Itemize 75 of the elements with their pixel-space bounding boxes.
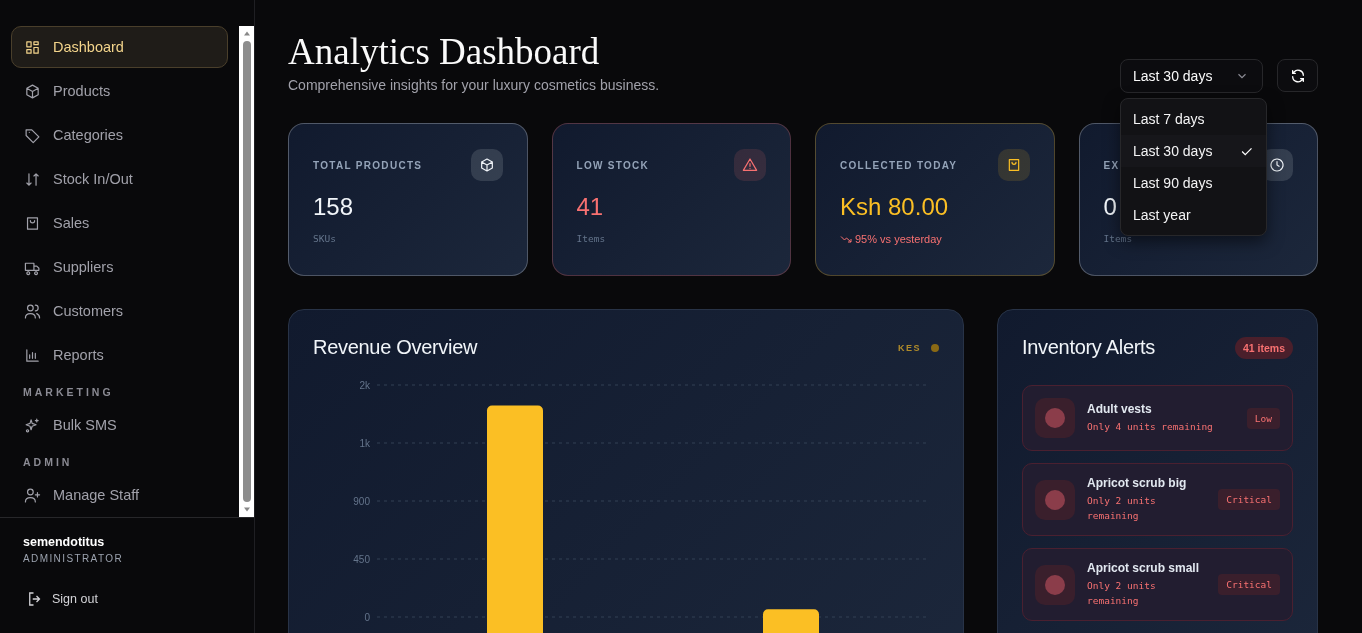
user-role: ADMINISTRATOR xyxy=(23,553,125,564)
product-name: Apricot scrub small xyxy=(1087,561,1201,575)
nav-item[interactable]: Products xyxy=(11,70,228,112)
nav-item[interactable]: Dashboard xyxy=(11,26,228,68)
legend-label: KES xyxy=(898,342,921,353)
stat-value: Ksh 80.00 xyxy=(840,193,949,221)
refresh-button[interactable] xyxy=(1277,59,1318,92)
range-select[interactable]: Last 30 days xyxy=(1120,59,1263,93)
nav-icon xyxy=(24,170,41,188)
status-tag: Low xyxy=(1246,407,1280,429)
axis-tick-label: 2k xyxy=(359,380,370,391)
axis-tick-label: 0 xyxy=(364,612,370,623)
menu-option[interactable]: Last 30 days xyxy=(1121,135,1266,167)
product-thumbnail xyxy=(1035,398,1075,438)
nav-item[interactable]: Sales xyxy=(11,202,228,244)
nav-item[interactable]: Bulk SMS xyxy=(11,404,228,446)
stat-unit: Items xyxy=(576,233,607,244)
status-tag: Critical xyxy=(1218,574,1280,595)
page-subtitle: Comprehensive insights for your luxury cosmetics business. xyxy=(288,77,660,93)
axis-tick-label: 450 xyxy=(353,554,370,565)
menu-option[interactable]: Last 90 days xyxy=(1121,167,1266,199)
product-thumbnail xyxy=(1035,479,1075,520)
nav-item[interactable]: Manage Staff xyxy=(11,474,228,516)
menu-option[interactable]: Last 7 days xyxy=(1121,103,1266,135)
axis-tick-label: 1k xyxy=(359,438,370,449)
alert-item[interactable]: Apricot scrub big Only 2 units remaining Critical xyxy=(1022,463,1293,536)
nav-item[interactable]: Reports xyxy=(11,334,228,376)
count-badge: 41 items xyxy=(1234,336,1293,359)
nav-icon xyxy=(24,416,41,434)
stat-label: EX xyxy=(1103,159,1120,171)
menu-option[interactable]: Last year xyxy=(1121,199,1266,231)
nav-icon xyxy=(24,346,41,364)
nav-icon xyxy=(24,486,41,504)
status-tag: Critical xyxy=(1218,489,1280,510)
nav-icon xyxy=(24,82,41,100)
panel-title: Inventory Alerts xyxy=(1022,336,1156,359)
legend-dot xyxy=(931,343,939,352)
stat-label: TOTAL PRODUCTS xyxy=(313,159,423,171)
nav-icon xyxy=(24,126,41,144)
stat-value: 0 xyxy=(1103,193,1117,221)
stock-detail: Only 2 units remaining xyxy=(1087,579,1157,608)
product-name: Adult vests xyxy=(1087,402,1153,416)
axis-tick-label: 900 xyxy=(353,496,370,507)
trend-text: 95% vs yesterday xyxy=(855,233,942,245)
nav-icon xyxy=(24,214,41,232)
section-heading: MARKETING xyxy=(22,385,115,400)
stat-value: 158 xyxy=(313,193,354,221)
product-name: Apricot scrub big xyxy=(1087,476,1188,490)
stat-unit: SKUs xyxy=(313,233,337,244)
user-name: semendotitus xyxy=(23,535,106,549)
scrollbar[interactable] xyxy=(239,26,254,517)
product-thumbnail xyxy=(1035,564,1075,605)
panel-title: Revenue Overview xyxy=(313,336,478,359)
stock-detail: Only 2 units remaining xyxy=(1087,494,1157,523)
nav-item[interactable]: Categories xyxy=(11,114,228,156)
stat-value: 41 xyxy=(576,193,604,221)
stock-detail: Only 4 units remaining xyxy=(1087,420,1214,434)
section-heading: ADMIN xyxy=(22,455,74,470)
nav-item[interactable]: Customers xyxy=(11,290,228,332)
page-title: Analytics Dashboard xyxy=(288,30,601,73)
nav-item[interactable]: Stock In/Out xyxy=(11,158,228,200)
nav-item[interactable]: Suppliers xyxy=(11,246,228,288)
trend-down-icon xyxy=(840,233,852,245)
nav-icon xyxy=(24,302,41,320)
stat-unit: Items xyxy=(1103,233,1134,244)
alert-item[interactable]: Apricot scrub small Only 2 units remaining Critical xyxy=(1022,548,1293,621)
stat-icon xyxy=(734,149,766,181)
stat-label: LOW STOCK xyxy=(576,159,650,171)
stat-label: COLLECTED TODAY xyxy=(840,159,958,171)
alert-item[interactable]: Adult vests Only 4 units remaining Low xyxy=(1022,385,1293,451)
sign-out-link[interactable]: Sign out xyxy=(26,590,231,608)
refresh-icon xyxy=(1289,67,1306,84)
nav-icon xyxy=(24,38,41,56)
stat-icon xyxy=(997,149,1030,181)
stat-icon xyxy=(470,149,503,181)
